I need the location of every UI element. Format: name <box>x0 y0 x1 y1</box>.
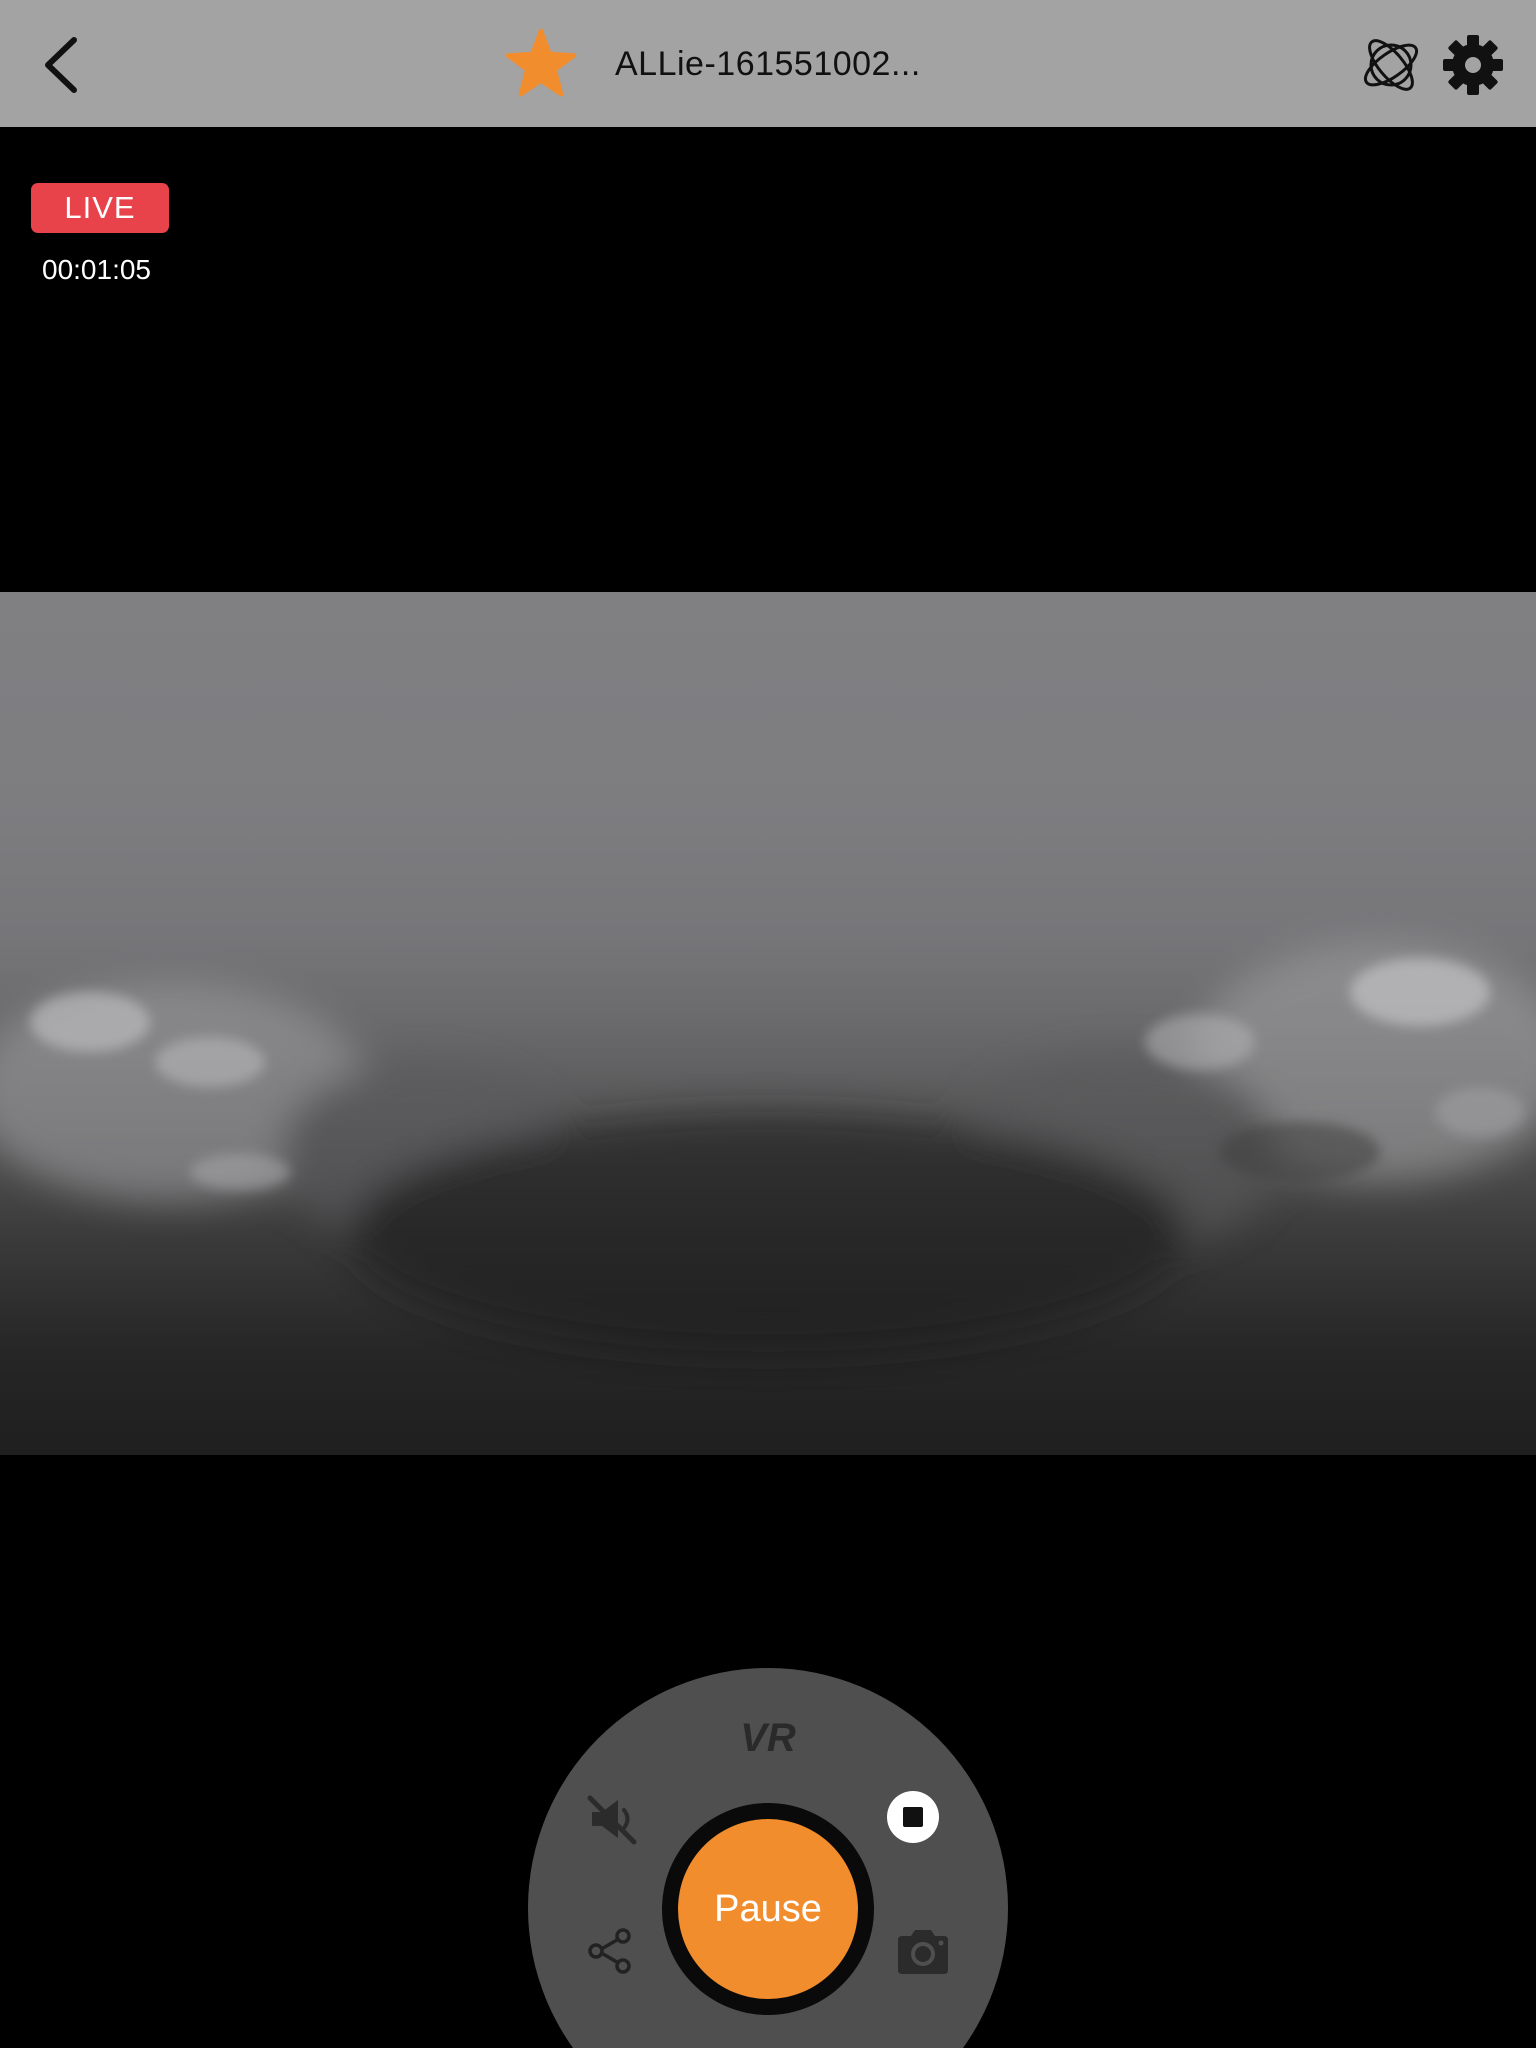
top-bar: ALLie-161551002... <box>0 0 1536 127</box>
mute-button[interactable] <box>584 1790 642 1848</box>
share-button[interactable] <box>584 1925 636 1977</box>
orbit-globe-icon <box>1363 39 1419 91</box>
stop-icon <box>903 1807 923 1827</box>
back-button[interactable] <box>38 30 88 100</box>
live-badge: LIVE <box>31 183 169 233</box>
speaker-muted-icon <box>587 1795 637 1845</box>
settings-button[interactable] <box>1440 32 1506 98</box>
vr-mode-button[interactable]: VR <box>740 1716 796 1761</box>
view-mode-button[interactable] <box>1358 32 1424 98</box>
live-view-screen: ALLie-161551002... LIVE 00:01:05 VR Paus… <box>0 0 1536 2048</box>
share-icon <box>588 1928 631 1974</box>
elapsed-time: 00:01:05 <box>42 254 151 285</box>
gear-icon <box>1443 35 1503 95</box>
title-group: ALLie-161551002... <box>505 26 921 102</box>
panorama-video[interactable] <box>0 592 1536 1455</box>
panorama-texture <box>0 942 1536 1352</box>
chevron-left-icon <box>45 37 77 93</box>
stop-recording-button[interactable] <box>887 1791 939 1843</box>
pause-button[interactable]: Pause <box>678 1819 858 1999</box>
star-icon[interactable] <box>505 28 577 100</box>
camera-title: ALLie-161551002... <box>615 44 921 83</box>
snapshot-button[interactable] <box>894 1926 952 1978</box>
camera-icon <box>898 1930 948 1974</box>
